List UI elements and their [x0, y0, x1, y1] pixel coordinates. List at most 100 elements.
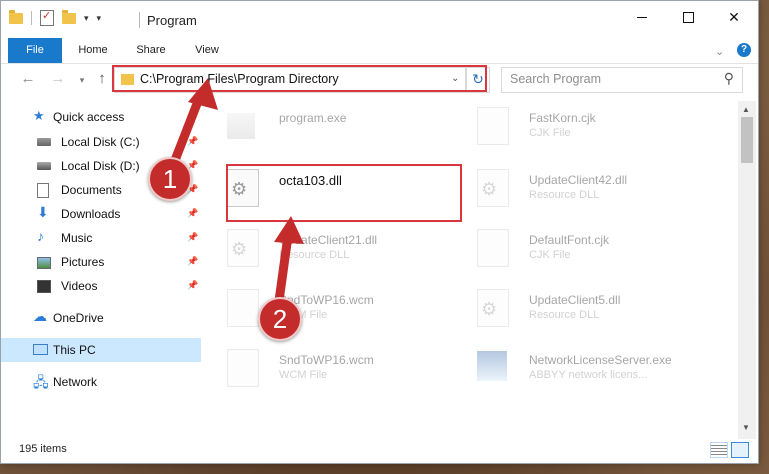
- document-icon: [37, 183, 49, 198]
- file-name: SndToWP16.wcm: [279, 353, 374, 367]
- tab-file[interactable]: File: [8, 38, 62, 63]
- large-icons-view-icon[interactable]: [731, 442, 749, 458]
- search-box[interactable]: Search Program ⚲: [501, 67, 743, 93]
- ribbon-tabs: File Home Share View ⌄ ?: [1, 38, 758, 64]
- file-highlight-box: [226, 164, 462, 222]
- sidebar-item-label: This PC: [53, 343, 96, 357]
- explorer-window: ▾ ▾ Program ✕ File Home Share View ⌄ ? ←…: [0, 0, 759, 464]
- file-item[interactable]: DefaultFont.cjk CJK File: [459, 227, 699, 271]
- navigation-pane: ★ Quick access Local Disk (C:) 📌 Local D…: [1, 101, 201, 441]
- dll-settings-icon: [227, 229, 259, 267]
- back-arrow-icon[interactable]: ←: [17, 70, 39, 87]
- minimize-button[interactable]: [619, 1, 665, 33]
- file-icon: [227, 289, 259, 327]
- pin-icon[interactable]: 📌: [187, 208, 198, 219]
- vertical-scrollbar[interactable]: ▲ ▼: [738, 101, 756, 439]
- file-icon: [227, 349, 259, 387]
- sidebar-item-label: Pictures: [61, 255, 105, 269]
- file-list: program.exe FastKorn.cjk CJK File octa10…: [209, 101, 739, 439]
- quick-access-toolbar: ▾ ▾: [9, 9, 102, 26]
- sidebar-item-local-disk-c[interactable]: Local Disk (C:) 📌: [1, 130, 201, 154]
- item-count: 195 items: [19, 443, 67, 455]
- help-icon[interactable]: ?: [737, 43, 751, 57]
- details-view-icon[interactable]: [710, 442, 728, 458]
- executable-icon: [227, 113, 255, 139]
- sidebar-item-pictures[interactable]: Pictures 📌: [1, 250, 201, 274]
- network-icon: 🖧: [33, 374, 49, 390]
- file-type: CJK File: [529, 249, 571, 261]
- file-type: CJK File: [529, 127, 571, 139]
- sidebar-item-music[interactable]: ♪ Music 📌: [1, 226, 201, 250]
- step-1-badge: 1: [148, 157, 192, 201]
- up-arrow-icon[interactable]: ↑: [91, 70, 113, 87]
- file-item[interactable]: SndToWP16.wcm WCM File: [209, 347, 449, 391]
- cloud-icon: ☁: [33, 308, 47, 324]
- file-item[interactable]: NetworkLicenseServer.exe ABBYY network l…: [459, 347, 699, 391]
- close-button[interactable]: ✕: [711, 1, 757, 33]
- sidebar-item-downloads[interactable]: ⬇ Downloads 📌: [1, 202, 201, 226]
- pin-icon[interactable]: 📌: [187, 256, 198, 267]
- computer-icon: [33, 344, 48, 355]
- scrollbar-thumb[interactable]: [741, 117, 753, 163]
- file-name: DefaultFont.cjk: [529, 233, 610, 247]
- pictures-icon: [37, 257, 51, 269]
- file-item[interactable]: FastKorn.cjk CJK File: [459, 105, 699, 149]
- expand-ribbon-icon[interactable]: ⌄: [715, 45, 724, 58]
- sidebar-item-quick-access[interactable]: ★ Quick access: [1, 105, 201, 129]
- tab-view[interactable]: View: [185, 38, 229, 63]
- pin-icon[interactable]: 📌: [187, 280, 198, 291]
- sidebar-item-this-pc[interactable]: This PC: [1, 338, 201, 362]
- sidebar-item-label: Music: [61, 231, 93, 245]
- folder-icon[interactable]: [9, 9, 23, 24]
- toolbar-divider: [31, 11, 32, 25]
- sidebar-item-label: OneDrive: [53, 311, 104, 325]
- customize-toolbar-caret-icon[interactable]: ▾: [84, 13, 89, 24]
- file-type: Resource DLL: [279, 249, 350, 261]
- file-item[interactable]: SndToWP16.wcm WCM File: [209, 287, 449, 331]
- forward-arrow-icon[interactable]: →: [47, 70, 69, 87]
- pin-icon[interactable]: 📌: [187, 136, 198, 147]
- scroll-up-icon[interactable]: ▲: [742, 105, 750, 114]
- step-2-badge: 2: [258, 297, 302, 341]
- close-icon: ✕: [728, 8, 740, 25]
- file-icon: [477, 107, 509, 145]
- maximize-button[interactable]: [665, 1, 711, 33]
- sidebar-item-label: Documents: [61, 183, 122, 197]
- tab-share[interactable]: Share: [127, 38, 175, 63]
- toolbar-dropdown-icon[interactable]: ▾: [97, 13, 102, 24]
- file-type: Resource DLL: [529, 309, 600, 321]
- file-item[interactable]: UpdateClient21.dll Resource DLL: [209, 227, 449, 271]
- status-bar: 195 items: [1, 439, 758, 463]
- tab-home[interactable]: Home: [71, 38, 115, 63]
- title-divider: [139, 12, 140, 28]
- file-item[interactable]: program.exe: [209, 105, 449, 149]
- recent-locations-icon[interactable]: ▾: [71, 75, 93, 86]
- title-bar: ▾ ▾ Program ✕: [1, 1, 758, 37]
- file-name: NetworkLicenseServer.exe: [529, 353, 672, 367]
- sidebar-item-label: Local Disk (C:): [61, 135, 140, 149]
- address-highlight-box: [112, 65, 487, 92]
- new-folder-icon[interactable]: [62, 9, 76, 24]
- sidebar-item-label: Local Disk (D:): [61, 159, 140, 173]
- file-type: Resource DLL: [529, 189, 600, 201]
- properties-icon[interactable]: [40, 9, 54, 26]
- sidebar-item-network[interactable]: 🖧 Network: [1, 370, 201, 394]
- file-name: UpdateClient5.dll: [529, 293, 621, 307]
- search-input[interactable]: Search Program: [510, 72, 601, 86]
- sidebar-item-onedrive[interactable]: ☁ OneDrive: [1, 306, 201, 330]
- file-name: UpdateClient42.dll: [529, 173, 628, 187]
- videos-icon: [37, 280, 51, 293]
- file-item[interactable]: UpdateClient42.dll Resource DLL: [459, 167, 699, 211]
- drive-icon: [37, 138, 51, 146]
- dll-settings-icon: [477, 289, 509, 327]
- sidebar-item-videos[interactable]: Videos 📌: [1, 274, 201, 298]
- drive-icon: [37, 162, 51, 170]
- minimize-icon: [637, 16, 647, 18]
- search-icon[interactable]: ⚲: [724, 70, 734, 87]
- file-item[interactable]: UpdateClient5.dll Resource DLL: [459, 287, 699, 331]
- star-icon: ★: [33, 108, 45, 123]
- scroll-down-icon[interactable]: ▼: [742, 423, 750, 432]
- pin-icon[interactable]: 📌: [187, 232, 198, 243]
- network-server-icon: [477, 351, 507, 381]
- sidebar-item-label: Quick access: [53, 110, 125, 124]
